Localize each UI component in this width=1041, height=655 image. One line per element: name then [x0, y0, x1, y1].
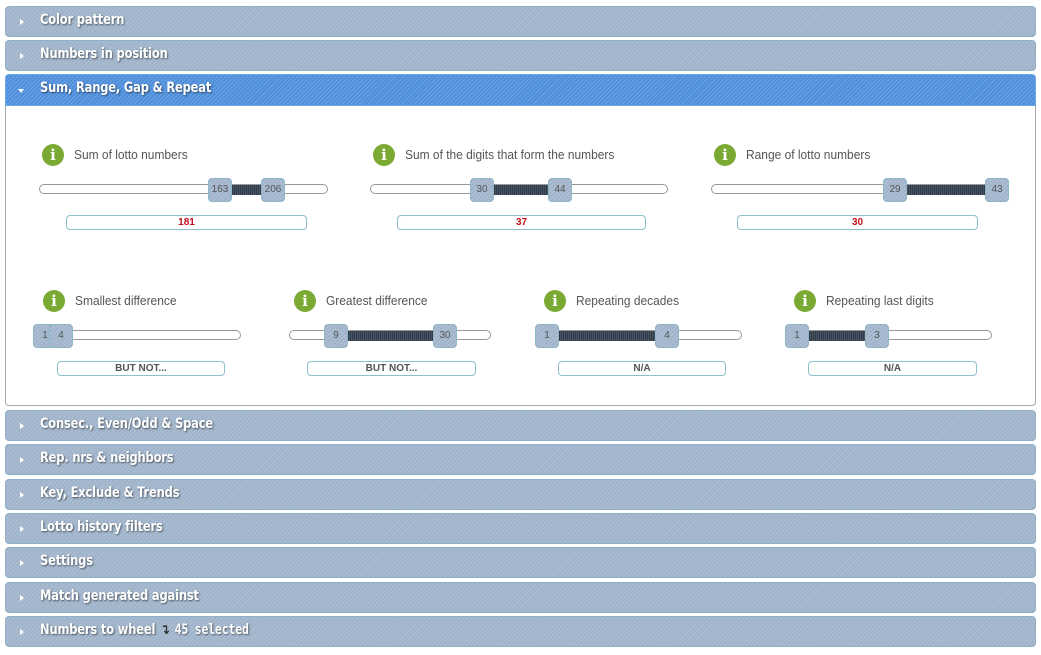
range-slider[interactable]: 29 43: [711, 178, 1009, 202]
section-title: Match generated against: [40, 588, 199, 604]
filter-label: Greatest difference: [326, 293, 428, 308]
section-title: Lotto history filters: [40, 519, 163, 535]
section-numbers-to-wheel[interactable]: Numbers to wheel ↴ 45 selected: [5, 616, 1036, 647]
info-icon[interactable]: i: [294, 290, 316, 312]
but-not-button[interactable]: BUT NOT...: [307, 361, 476, 376]
range-slider[interactable]: 9 30: [289, 324, 491, 348]
expand-arrow-icon: [20, 595, 24, 601]
section-title: Key, Exclude & Trends: [40, 485, 180, 501]
slider-handle-low[interactable]: 1: [785, 324, 809, 348]
filter-value-field[interactable]: 37: [397, 215, 646, 230]
slider-handle-low[interactable]: 30: [470, 178, 494, 202]
expand-arrow-icon: [20, 423, 24, 429]
expand-arrow-icon: [20, 19, 24, 25]
filter-value-field[interactable]: N/A: [558, 361, 726, 376]
slider-handle-high[interactable]: 44: [548, 178, 572, 202]
slider-handle-high[interactable]: 43: [985, 178, 1009, 202]
section-consec-even-odd-space[interactable]: Consec., Even/Odd & Space: [5, 410, 1036, 441]
slider-handle-high[interactable]: 30: [433, 324, 457, 348]
sum-range-gap-repeat-panel: i Sum of lotto numbers 163 206 181 i Sum…: [5, 106, 1036, 406]
section-title: Settings: [40, 553, 93, 569]
section-title: Numbers in position: [40, 46, 168, 62]
section-color-pattern[interactable]: Color pattern: [5, 6, 1036, 37]
section-sum-range-gap-repeat[interactable]: Sum, Range, Gap & Repeat: [5, 74, 1036, 106]
range-slider[interactable]: 1 4: [535, 324, 742, 348]
section-key-exclude-trends[interactable]: Key, Exclude & Trends: [5, 479, 1036, 510]
section-title-text: Numbers to wheel: [40, 622, 156, 638]
slider-handle-high[interactable]: 4: [49, 324, 73, 348]
slider-handle-high[interactable]: 4: [655, 324, 679, 348]
filter-label: Sum of the digits that form the numbers: [405, 147, 615, 162]
slider-range-fill: [548, 331, 668, 341]
slider-handle-low[interactable]: 1: [535, 324, 559, 348]
section-numbers-in-position[interactable]: Numbers in position: [5, 40, 1036, 71]
filter-label: Range of lotto numbers: [746, 147, 871, 162]
info-icon[interactable]: i: [373, 144, 395, 166]
section-match-generated-against[interactable]: Match generated against: [5, 582, 1036, 613]
expand-arrow-icon: [20, 560, 24, 566]
section-settings[interactable]: Settings: [5, 547, 1036, 578]
info-icon[interactable]: i: [42, 144, 64, 166]
section-title: Consec., Even/Odd & Space: [40, 416, 214, 432]
slider-handle-low[interactable]: 9: [324, 324, 348, 348]
filter-value-field[interactable]: 30: [737, 215, 978, 230]
slider-handle-low[interactable]: 163: [208, 178, 232, 202]
down-arrow-icon: ↴: [160, 622, 170, 638]
info-icon[interactable]: i: [43, 290, 65, 312]
info-icon[interactable]: i: [714, 144, 736, 166]
collapse-arrow-icon: [18, 89, 24, 93]
section-title: Sum, Range, Gap & Repeat: [40, 80, 212, 96]
section-lotto-history-filters[interactable]: Lotto history filters: [5, 513, 1036, 544]
range-slider[interactable]: 30 44: [370, 178, 668, 202]
slider-handle-high[interactable]: 3: [865, 324, 889, 348]
slider-range-fill: [335, 331, 445, 341]
selected-count: 45 selected: [174, 622, 249, 638]
section-rep-nrs-neighbors[interactable]: Rep. nrs & neighbors: [5, 444, 1036, 475]
slider-range-fill: [895, 185, 995, 195]
filter-value-field[interactable]: 181: [66, 215, 307, 230]
slider-handle-high[interactable]: 206: [261, 178, 285, 202]
filter-label: Repeating decades: [576, 293, 680, 308]
range-slider[interactable]: 1 4: [33, 324, 241, 348]
section-title: Rep. nrs & neighbors: [40, 450, 174, 466]
expand-arrow-icon: [20, 526, 24, 532]
range-slider[interactable]: 163 206: [39, 178, 328, 202]
filter-label: Sum of lotto numbers: [74, 147, 188, 162]
range-slider[interactable]: 1 3: [785, 324, 992, 348]
filter-label: Repeating last digits: [826, 293, 934, 308]
expand-arrow-icon: [20, 457, 24, 463]
expand-arrow-icon: [20, 492, 24, 498]
filter-value-field[interactable]: N/A: [808, 361, 977, 376]
section-title: Color pattern: [40, 12, 125, 28]
slider-handle-low[interactable]: 29: [883, 178, 907, 202]
expand-arrow-icon: [20, 53, 24, 59]
info-icon[interactable]: i: [544, 290, 566, 312]
filter-label: Smallest difference: [75, 293, 177, 308]
but-not-button[interactable]: BUT NOT...: [57, 361, 225, 376]
expand-arrow-icon: [20, 629, 24, 635]
section-title: Numbers to wheel ↴ 45 selected: [40, 622, 249, 638]
info-icon[interactable]: i: [794, 290, 816, 312]
